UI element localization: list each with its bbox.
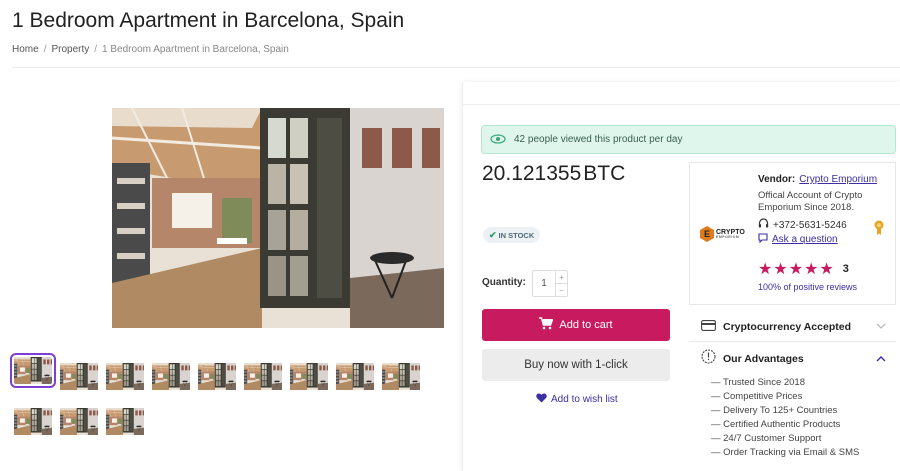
thumbnail-6[interactable] xyxy=(244,363,282,390)
quantity-decrement-button[interactable]: − xyxy=(556,283,567,296)
thumbnail-2[interactable] xyxy=(60,363,98,390)
thumbnail-1[interactable] xyxy=(10,353,56,388)
headset-icon xyxy=(758,218,769,232)
thumbnail-10[interactable] xyxy=(14,408,52,435)
heart-icon xyxy=(536,393,547,406)
thumbnail-9[interactable] xyxy=(382,363,420,390)
crypto-accepted-accordion[interactable]: Cryptocurrency Accepted xyxy=(689,312,896,342)
wishlist-label: Add to wish list xyxy=(551,394,618,405)
chat-icon xyxy=(758,233,768,246)
vendor-row: Vendor: Crypto Emporium xyxy=(758,174,893,185)
quantity-value[interactable]: 1 xyxy=(533,271,555,296)
vendor-logo: E CRYPTO EMPORIUM xyxy=(700,223,748,245)
vendor-phone-number: +372-5631-5246 xyxy=(773,219,847,231)
vendor-label: Vendor: xyxy=(758,174,796,185)
chevron-down-icon xyxy=(876,321,886,332)
views-notice: 42 people viewed this product per day xyxy=(481,125,896,154)
vendor-logo-subtext: EMPORIUM xyxy=(716,234,740,239)
purchase-panel: 42 people viewed this product per day 20… xyxy=(462,82,900,471)
price-currency: BTC xyxy=(583,162,626,185)
apartment-photo xyxy=(112,108,444,328)
add-to-cart-label: Add to cart xyxy=(559,319,613,331)
thumbnail-12[interactable] xyxy=(106,408,144,435)
breadcrumb-separator: / xyxy=(94,44,98,55)
vendor-logo-text: CRYPTO EMPORIUM xyxy=(716,229,745,240)
vendor-logo-mark: E xyxy=(700,226,714,242)
breadcrumb-property-link[interactable]: Property xyxy=(51,44,89,55)
thumbnail-8[interactable] xyxy=(336,363,374,390)
header-divider xyxy=(12,67,900,68)
vendor-rating: ★★★★★ 3 xyxy=(758,259,849,279)
eye-icon xyxy=(490,131,506,149)
thumbnail-3[interactable] xyxy=(106,363,144,390)
price-amount: 20.121355 xyxy=(482,162,582,185)
vendor-name-link[interactable]: Crypto Emporium xyxy=(799,174,877,185)
positive-reviews: 100% of positive reviews xyxy=(758,282,858,292)
quantity-stepper[interactable]: 1 + − xyxy=(532,270,568,297)
advantages-list: — Trusted Since 2018 — Competitive Price… xyxy=(711,376,859,460)
breadcrumb: Home / Property / 1 Bedroom Apartment in Bar… xyxy=(12,44,289,55)
stock-status-text: IN STOCK xyxy=(498,230,535,240)
product-price: 20.121355BTC xyxy=(482,162,625,186)
advantage-item: — 24/7 Customer Support xyxy=(711,433,822,444)
star-rating-icon: ★★★★★ xyxy=(758,261,835,278)
breadcrumb-home-link[interactable]: Home xyxy=(12,44,39,55)
buy-now-label: Buy now with 1-click xyxy=(524,359,628,371)
cart-icon xyxy=(539,317,554,333)
buy-now-button[interactable]: Buy now with 1-click xyxy=(482,349,670,381)
advantage-item: — Competitive Prices xyxy=(711,391,803,402)
breadcrumb-current: 1 Bedroom Apartment in Barcelona, Spain xyxy=(102,44,289,55)
thumbnail-11[interactable] xyxy=(60,408,98,435)
vendor-description: Offical Account of Crypto Emporium Since… xyxy=(758,190,863,213)
advantage-item: — Trusted Since 2018 xyxy=(711,377,805,388)
advantages-title: Our Advantages xyxy=(723,353,804,365)
crypto-accepted-title: Cryptocurrency Accepted xyxy=(723,320,851,333)
rating-count: 3 xyxy=(842,263,849,275)
breadcrumb-separator: / xyxy=(43,44,47,55)
quantity-increment-button[interactable]: + xyxy=(556,271,567,283)
medal-icon xyxy=(873,220,885,241)
chevron-up-icon xyxy=(876,354,886,365)
ask-question-label: Ask a question xyxy=(772,234,838,245)
advantages-accordion[interactable]: Our Advantages xyxy=(689,346,896,372)
advantage-item: — Order Tracking via Email & SMS xyxy=(711,447,860,458)
views-notice-text: 42 people viewed this product per day xyxy=(514,134,683,145)
quantity-steps: + − xyxy=(555,271,567,296)
advantage-item: — Delivery To 125+ Countries xyxy=(711,405,838,416)
thumbnail-4[interactable] xyxy=(152,363,190,390)
thumbnail-7[interactable] xyxy=(290,363,328,390)
advantage-item: — Certified Authentic Products xyxy=(711,419,841,430)
panel-divider xyxy=(463,104,900,105)
add-to-cart-button[interactable]: Add to cart xyxy=(482,309,670,341)
vendor-card: E CRYPTO EMPORIUM Vendor: Crypto Emporium … xyxy=(689,162,896,305)
quantity-label: Quantity: xyxy=(482,277,526,288)
stock-badge: ✔ IN STOCK xyxy=(483,227,541,243)
card-icon xyxy=(701,318,716,336)
check-icon: ✔ xyxy=(489,229,497,240)
page-title: 1 Bedroom Apartment in Barcelona, Spain xyxy=(12,9,405,32)
thumbnail-5[interactable] xyxy=(198,363,236,390)
add-to-wishlist-link[interactable]: Add to wish list xyxy=(536,393,618,406)
alert-circle-icon xyxy=(701,349,716,369)
main-product-image[interactable] xyxy=(112,108,444,328)
